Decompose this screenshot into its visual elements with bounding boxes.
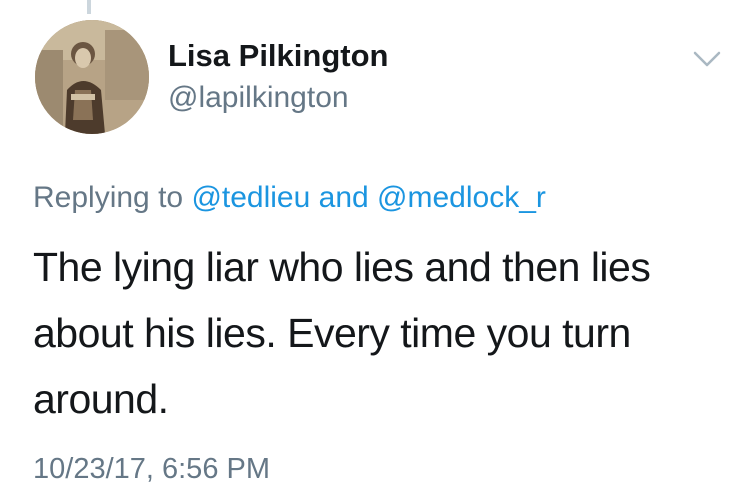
tweet-text: The lying liar who lies and then lies ab… — [33, 244, 651, 422]
replying-to-label: Replying to — [33, 181, 184, 214]
tweet-timestamp[interactable]: 10/23/17, 6:56 PM — [33, 452, 270, 486]
mention-conjunction: and — [318, 181, 369, 214]
avatar[interactable] — [35, 20, 149, 134]
author-handle[interactable]: @lapilkington — [168, 81, 349, 115]
replying-to-context: Replying to @tedlieu and @medlock_r — [33, 180, 546, 216]
mention-link-medlock-r[interactable]: @medlock_r — [377, 181, 546, 214]
chevron-down-icon[interactable] — [692, 48, 722, 70]
avatar-photo — [35, 20, 149, 134]
thread-connector-line — [87, 0, 91, 14]
author-display-name[interactable]: Lisa Pilkington — [168, 38, 388, 74]
mention-link-tedlieu[interactable]: @tedlieu — [191, 181, 310, 214]
